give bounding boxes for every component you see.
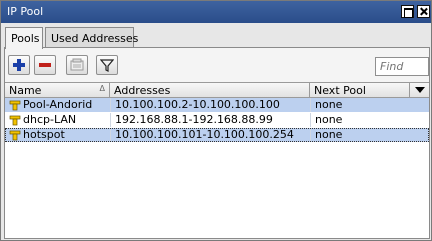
add-button[interactable] [8, 55, 30, 75]
close-icon[interactable] [417, 5, 430, 18]
pool-icon [9, 115, 21, 126]
pool-name-cell: Pool-Andorid [9, 98, 110, 112]
addresses-cell: 10.100.100.2-10.100.100.100 [110, 98, 310, 112]
remove-button[interactable] [34, 55, 56, 75]
filter-icon [100, 59, 114, 72]
tab-used-addresses[interactable]: Used Addresses [45, 27, 138, 48]
next-pool-cell: none [310, 113, 410, 127]
minus-icon [39, 63, 51, 67]
pools-table: Name Δ Addresses Next Pool Pool-Andorid … [5, 82, 429, 238]
column-menu-button[interactable] [410, 83, 429, 98]
pool-name-cell: hotspot [9, 128, 110, 142]
addresses-cell: 10.100.100.101-10.100.100.254 [110, 128, 310, 142]
chevron-down-icon [415, 87, 425, 93]
toolbar [5, 48, 429, 82]
column-header-next-pool[interactable]: Next Pool [310, 83, 410, 98]
sort-ascending-icon: Δ [99, 84, 105, 93]
title-bar[interactable]: IP Pool [1, 1, 431, 23]
table-row[interactable]: dhcp-LAN 192.168.88.1-192.168.88.99 none [5, 113, 429, 127]
column-header-addresses[interactable]: Addresses [110, 83, 310, 98]
comment-button[interactable] [66, 55, 88, 75]
ip-pool-window: IP Pool Pools Used Addresses Find Name Δ… [0, 0, 432, 241]
column-header-name[interactable]: Name Δ [5, 83, 110, 98]
table-row[interactable]: hotspot 10.100.100.101-10.100.100.254 no… [5, 128, 429, 142]
find-input[interactable] [375, 57, 429, 76]
plus-icon [13, 59, 25, 71]
pool-icon [9, 100, 21, 111]
table-row[interactable]: Pool-Andorid 10.100.100.2-10.100.100.100… [5, 98, 429, 112]
table-header: Name Δ Addresses Next Pool [5, 83, 429, 98]
addresses-cell: 192.168.88.1-192.168.88.99 [110, 113, 310, 127]
comment-icon [70, 58, 84, 71]
next-pool-cell: none [310, 98, 410, 112]
tab-pools[interactable]: Pools [5, 27, 43, 49]
next-pool-cell: none [310, 128, 410, 142]
pool-icon [9, 130, 21, 141]
window-title: IP Pool [7, 5, 44, 18]
pools-panel: Name Δ Addresses Next Pool Pool-Andorid … [4, 47, 430, 239]
pool-name-cell: dhcp-LAN [9, 113, 110, 127]
maximize-icon[interactable] [401, 5, 414, 18]
filter-button[interactable] [96, 55, 118, 75]
